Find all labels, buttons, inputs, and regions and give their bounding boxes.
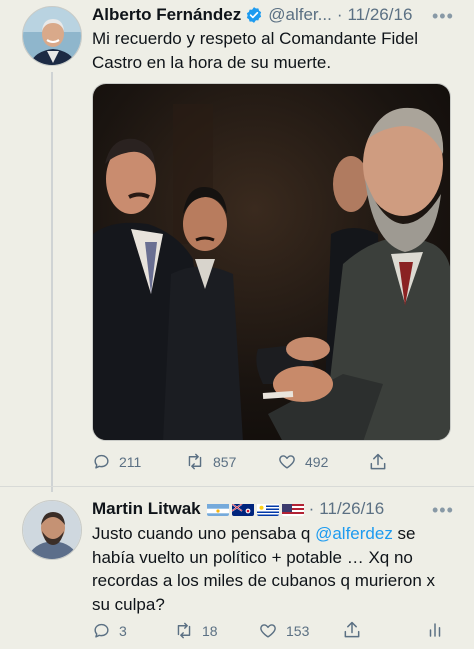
tweet-text: Mi recuerdo y respeto al Comandante Fide… [92, 29, 418, 72]
retweet-count: 857 [213, 453, 237, 470]
tweet-header: Alberto Fernández @alfer... · 11/26/16 [92, 4, 412, 26]
tweet-date[interactable]: 11/26/16 [347, 4, 412, 26]
share-button[interactable] [342, 620, 362, 640]
flag-usa-icon [281, 502, 304, 516]
mention-link[interactable]: @alferdez [315, 524, 393, 543]
like-count: 492 [305, 453, 329, 470]
more-options-icon[interactable]: ••• [432, 7, 454, 25]
analytics-icon [429, 623, 441, 637]
reply-button[interactable]: 3 [92, 621, 127, 640]
tweet-date[interactable]: 11/26/16 [319, 498, 384, 520]
retweet-button[interactable]: 857 [185, 452, 236, 471]
author-flags [206, 502, 304, 516]
flag-uruguay-icon [256, 502, 279, 516]
tweet-martin-litwak[interactable]: Martin Litwak · 11/26/16 ••• Justo cuand… [0, 486, 474, 649]
like-button[interactable]: 492 [277, 452, 328, 471]
retweet-icon [188, 453, 202, 470]
like-count: 153 [286, 622, 310, 639]
avatar-alberto-fernandez[interactable] [22, 6, 82, 66]
flag-cayman-islands-icon [231, 502, 254, 516]
header-separator: · [308, 499, 315, 518]
avatar-martin-litwak[interactable] [22, 500, 82, 560]
reply-count: 3 [119, 622, 127, 639]
retweet-button[interactable]: 18 [174, 621, 218, 640]
header-separator: · [336, 5, 343, 24]
tweet-text: Justo cuando uno pensaba q @alferdez se … [92, 522, 457, 616]
tweet-header: Martin Litwak · 11/26/16 [92, 498, 384, 520]
flag-argentina-icon [206, 502, 229, 516]
author-handle[interactable]: @alfer... [268, 4, 332, 26]
heart-icon [279, 455, 295, 469]
author-name[interactable]: Martin Litwak [92, 498, 201, 520]
like-button[interactable]: 153 [258, 621, 309, 640]
reply-icon [94, 623, 109, 638]
verified-badge-icon [245, 6, 263, 24]
retweet-icon [177, 622, 191, 639]
more-options-icon[interactable]: ••• [432, 501, 454, 519]
analytics-button[interactable] [426, 621, 444, 639]
retweet-count: 18 [202, 622, 218, 639]
reply-count: 211 [119, 453, 142, 470]
share-icon [370, 453, 386, 470]
tweet-alberto-fernandez[interactable]: Alberto Fernández @alfer... · 11/26/16 •… [0, 0, 474, 486]
reply-icon [94, 454, 109, 469]
tweet-photo[interactable] [92, 83, 451, 441]
share-button[interactable] [368, 452, 388, 472]
share-icon [344, 621, 360, 638]
tweet-text-start: Justo cuando uno pensaba q [92, 524, 316, 543]
reply-button[interactable]: 211 [92, 452, 141, 471]
author-name[interactable]: Alberto Fernández [92, 4, 241, 26]
heart-icon [260, 624, 276, 638]
